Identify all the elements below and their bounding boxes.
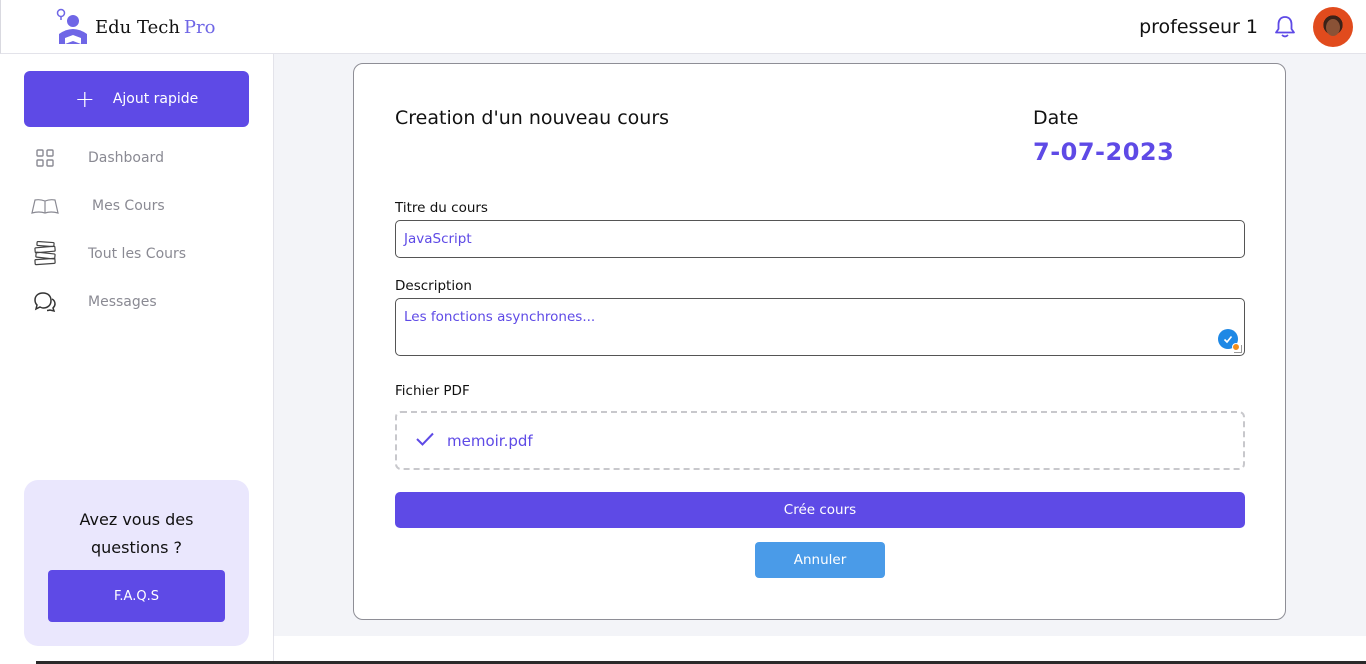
chat-icon [30, 290, 60, 314]
sidebar-item-mes-cours[interactable]: Mes Cours [30, 194, 165, 218]
sidebar-item-label: Tout les Cours [88, 246, 187, 262]
resize-handle[interactable] [1234, 345, 1242, 353]
checkmark-icon [415, 431, 435, 451]
date-label: Date [1033, 107, 1079, 129]
faq-button[interactable]: F.A.Q.S [48, 570, 225, 622]
course-title-input[interactable]: JavaScript [395, 220, 1245, 258]
cancel-button[interactable]: Annuler [755, 542, 885, 578]
sidebar-item-tout-les-cours[interactable]: Tout les Cours [30, 241, 187, 266]
faq-box: Avez vous des questions ? F.A.Q.S [24, 480, 249, 646]
app-logo[interactable]: Edu Tech Pro [53, 8, 215, 46]
sidebar-item-label: Messages [88, 294, 157, 310]
avatar-face [1326, 19, 1340, 36]
description-label: Description [395, 278, 472, 294]
sidebar: + Ajout rapide Dashboard Mes Cours Tout … [0, 54, 274, 664]
logo-icon [56, 8, 87, 44]
sidebar-item-label: Mes Cours [92, 198, 165, 214]
user-name[interactable]: professeur 1 [1139, 16, 1258, 38]
bell-icon[interactable] [1274, 15, 1296, 43]
page-title: Creation d'un nouveau cours [395, 107, 670, 129]
create-course-button[interactable]: Crée cours [395, 492, 1245, 528]
pdf-file-name: memoir.pdf [447, 431, 533, 450]
faq-title: Avez vous des questions ? [79, 510, 194, 557]
plus-icon: + [74, 85, 95, 113]
course-form-card: Creation d'un nouveau cours Date 7-07-20… [353, 63, 1286, 620]
app-name-accent: Pro [183, 16, 216, 38]
description-value: Les fonctions asynchrones... [404, 309, 596, 325]
grid-icon [30, 146, 60, 170]
quick-add-label: Ajout rapide [112, 91, 199, 107]
sidebar-item-messages[interactable]: Messages [30, 290, 157, 314]
app-name: Edu Tech Pro [95, 16, 216, 38]
avatar[interactable] [1313, 7, 1353, 47]
date-value: 7-07-2023 [1033, 138, 1175, 166]
description-textarea[interactable]: Les fonctions asynchrones... [395, 298, 1245, 356]
pdf-label: Fichier PDF [395, 383, 470, 399]
pdf-dropzone[interactable]: memoir.pdf [395, 411, 1245, 470]
sidebar-item-label: Dashboard [88, 150, 164, 166]
quick-add-button[interactable]: + Ajout rapide [24, 71, 249, 127]
book-stack-icon [30, 241, 60, 266]
course-title-value: JavaScript [404, 231, 472, 247]
top-header: Edu Tech Pro professeur 1 [0, 0, 1366, 54]
course-title-label: Titre du cours [395, 200, 488, 216]
content-footer-strip [274, 636, 1366, 664]
sidebar-item-dashboard[interactable]: Dashboard [30, 146, 164, 170]
open-book-icon [30, 194, 60, 218]
